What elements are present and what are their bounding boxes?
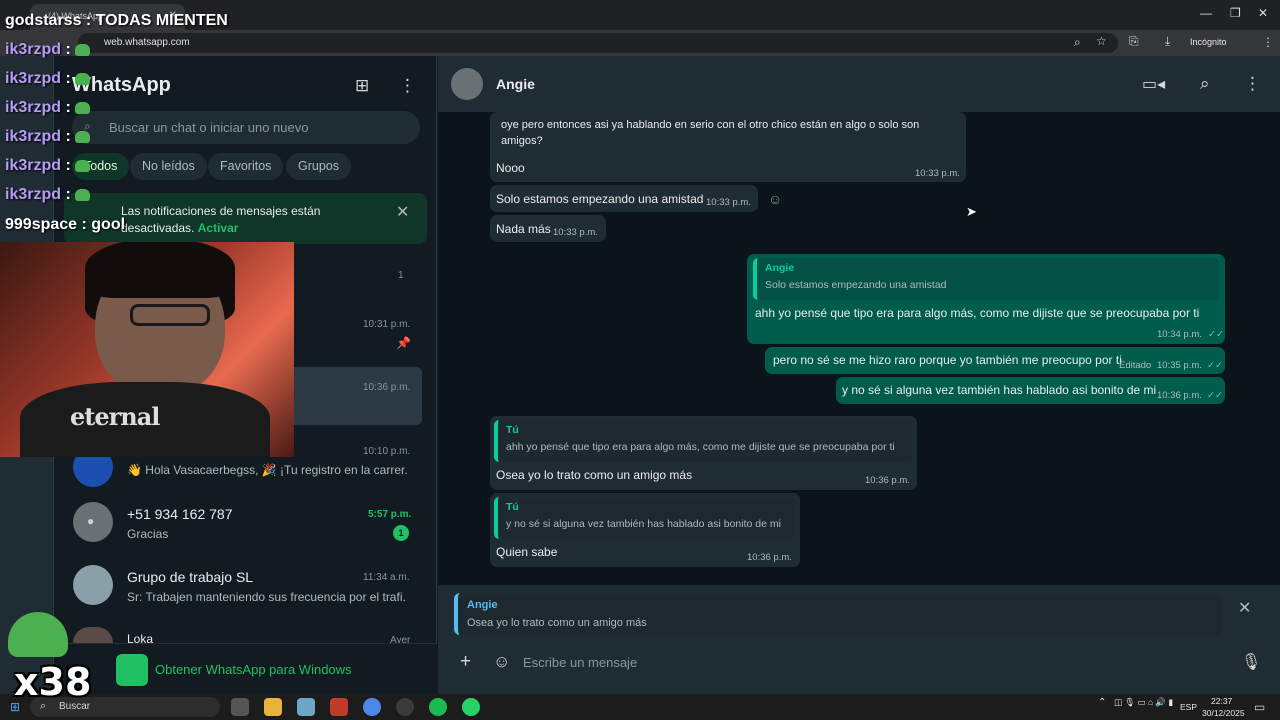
get-app-banner[interactable]: Obtener WhatsApp para Windows: [54, 643, 437, 694]
minimize-icon[interactable]: —: [1200, 6, 1212, 20]
chrome-icon[interactable]: [363, 698, 381, 716]
tray-icons[interactable]: ◫ 🎙 ▭ ⌂ 🔊 ▮: [1114, 697, 1173, 708]
filter-favorites[interactable]: Favoritos: [208, 153, 284, 180]
download-icon[interactable]: ⤓: [1165, 34, 1170, 49]
browser-menu-icon[interactable]: ⋮: [1262, 35, 1274, 49]
close-icon[interactable]: ✕: [396, 202, 409, 222]
frog-emote-icon: [74, 101, 90, 114]
avatar: [73, 565, 113, 605]
bookmark-star-icon[interactable]: ☆: [1096, 34, 1107, 48]
zoom-icon[interactable]: ⌕: [1074, 35, 1081, 50]
filter-unread[interactable]: No leídos: [130, 153, 207, 180]
stream-chat-line: godstarss : TODAS MIENTEN: [5, 12, 228, 29]
obs-icon[interactable]: [396, 698, 414, 716]
app-icon[interactable]: [330, 698, 348, 716]
language-indicator[interactable]: ESP: [1180, 702, 1197, 712]
task-view-icon[interactable]: [231, 698, 249, 716]
message-incoming[interactable]: Solo estamos empezando una amistad 10:33…: [490, 185, 758, 212]
stream-chat-line: 999space : gool: [5, 216, 126, 233]
sticker-icon[interactable]: ☺: [493, 652, 510, 672]
webcam-person-glasses: [130, 304, 210, 326]
read-ticks-icon: ✓✓: [1208, 329, 1224, 340]
close-reply-icon[interactable]: ✕: [1238, 598, 1251, 618]
notification-text: Las notificaciones de mensajes están des…: [121, 204, 321, 235]
menu-icon[interactable]: ⋮: [1244, 74, 1261, 94]
read-ticks-icon: ✓✓: [1207, 360, 1223, 371]
stream-chat-line: ik3rzpd :: [5, 41, 90, 59]
unread-badge: 1: [393, 525, 409, 541]
incognito-label[interactable]: Incógnito: [1190, 37, 1227, 47]
clock-time[interactable]: 22:37: [1211, 696, 1232, 706]
stream-chat-line: ik3rzpd :: [5, 70, 90, 88]
frog-emote-icon: [74, 188, 90, 201]
file-explorer-icon[interactable]: [264, 698, 282, 716]
message-input[interactable]: Escribe un mensaje: [515, 647, 1233, 677]
quoted-message[interactable]: Angie Solo estamos empezando una amistad: [753, 258, 1219, 300]
frog-emote-icon: [74, 159, 90, 172]
contact-name[interactable]: Angie: [496, 76, 535, 92]
maximize-icon[interactable]: ❐: [1230, 6, 1241, 20]
menu-icon[interactable]: ⋮: [399, 76, 416, 96]
reply-preview: Angie Osea yo lo trato como un amigo más: [454, 593, 1222, 635]
shirt-text: eternal: [70, 402, 160, 431]
notification-center-icon[interactable]: ▭: [1254, 700, 1265, 714]
address-bar: web.whatsapp.com ⌕ ☆ ⎘ ⤓: [0, 30, 1280, 56]
frog-emote-icon: [74, 72, 90, 85]
mouse-cursor-icon: ➤: [966, 204, 977, 219]
search-input[interactable]: ⌕ Buscar un chat o iniciar uno nuevo: [72, 111, 420, 144]
webcam-overlay: eternal: [0, 242, 294, 457]
whatsapp-icon[interactable]: [462, 698, 480, 716]
frog-emote-icon: [74, 43, 90, 56]
clock-date[interactable]: 30/12/2025: [1202, 708, 1245, 718]
tray-chevron-icon[interactable]: ⌃: [1098, 697, 1106, 708]
contact-avatar[interactable]: [451, 68, 483, 100]
spotify-icon[interactable]: [429, 698, 447, 716]
microphone-icon[interactable]: 🎙: [1241, 652, 1261, 672]
message-incoming[interactable]: Nada más 10:33 p.m.: [490, 215, 606, 242]
frog-emote-icon: [74, 130, 90, 143]
message-outgoing[interactable]: Angie Solo estamos empezando una amistad…: [747, 254, 1225, 344]
filter-groups[interactable]: Grupos: [286, 153, 351, 180]
whatsapp-logo-icon: [116, 654, 148, 686]
message-incoming[interactable]: oye pero entonces asi ya hablando en ser…: [490, 112, 966, 182]
url-field[interactable]: web.whatsapp.com: [78, 33, 1118, 53]
user-icon: ●: [87, 514, 95, 528]
message-outgoing[interactable]: pero no sé se me hizo raro porque yo tam…: [765, 347, 1225, 374]
video-call-icon[interactable]: ▭◂: [1142, 74, 1165, 94]
stream-chat-line: ik3rzpd :: [5, 128, 90, 146]
close-window-icon[interactable]: ✕: [1258, 6, 1268, 20]
install-app-icon[interactable]: ⎘: [1129, 34, 1139, 49]
quoted-message[interactable]: Tú ahh yo pensé que tipo era para algo m…: [494, 420, 912, 462]
notepad-icon[interactable]: [297, 698, 315, 716]
new-chat-icon[interactable]: ⊞: [355, 76, 369, 96]
read-ticks-icon: ✓✓: [1207, 390, 1223, 401]
message-outgoing[interactable]: y no sé si alguna vez también has hablad…: [836, 377, 1225, 404]
attach-plus-icon[interactable]: +: [460, 651, 471, 673]
stream-chat-line: ik3rzpd :: [5, 186, 90, 204]
chat-row-selected[interactable]: [290, 367, 422, 425]
emote-combo-counter: x38: [14, 660, 92, 704]
stream-chat-line: ik3rzpd :: [5, 99, 90, 117]
emoji-react-icon[interactable]: ☺: [768, 191, 782, 207]
stream-chat-line: ik3rzpd :: [5, 157, 90, 175]
message-incoming[interactable]: Tú ahh yo pensé que tipo era para algo m…: [490, 416, 917, 490]
message-incoming[interactable]: Tú y no sé si alguna vez también has hab…: [490, 493, 800, 567]
pin-icon: 📌: [396, 336, 411, 350]
activate-link[interactable]: Activar: [198, 221, 239, 235]
webcam-person-hair-top: [85, 242, 235, 298]
search-icon[interactable]: ⌕: [1200, 74, 1210, 94]
quoted-message[interactable]: Tú y no sé si alguna vez también has hab…: [494, 497, 795, 539]
